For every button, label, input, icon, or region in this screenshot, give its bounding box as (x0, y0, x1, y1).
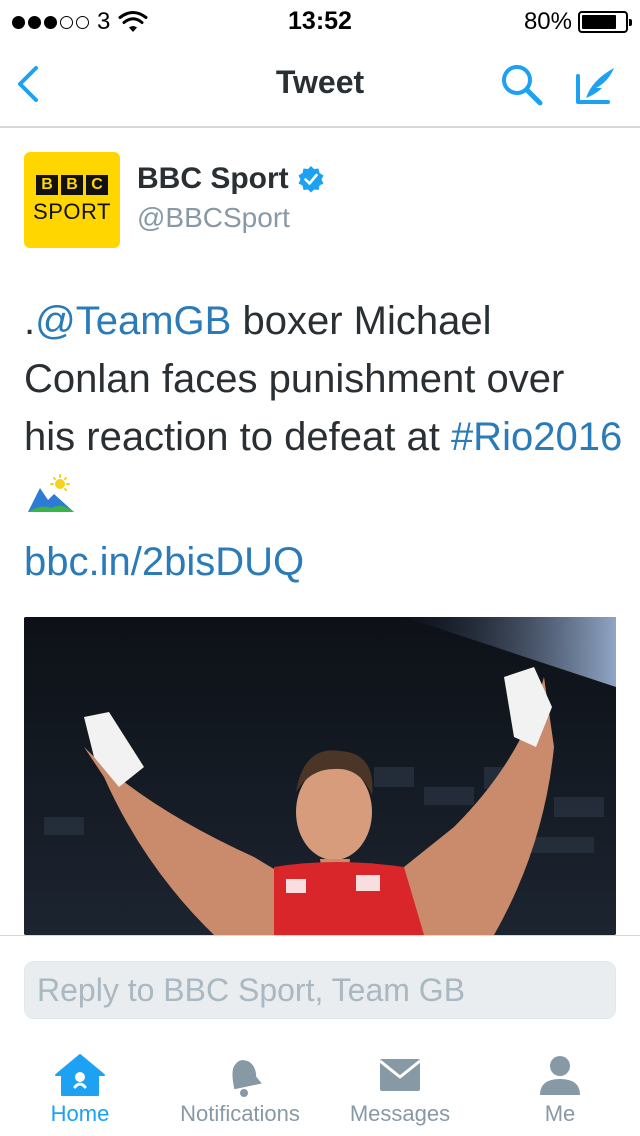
tab-notifications[interactable]: Notifications (160, 1053, 320, 1133)
author-name[interactable]: BBC Sport (137, 162, 325, 196)
compose-tweet-icon[interactable] (572, 62, 620, 108)
person-icon (540, 1056, 580, 1095)
battery-level (582, 15, 616, 29)
status-right: 80% (523, 8, 632, 36)
sport-logo-word: SPORT (33, 199, 111, 224)
mention-link[interactable]: @TeamGB (35, 299, 231, 343)
author-name-text: BBC Sport (137, 162, 289, 195)
author-handle[interactable]: @BBCSport (137, 202, 290, 234)
bbc-logo: B B C (36, 175, 108, 195)
home-icon (55, 1054, 105, 1096)
tab-me-label: Me (544, 1101, 576, 1126)
tab-me[interactable]: Me (480, 1053, 640, 1133)
bbc-logo-letter: B (61, 175, 83, 195)
tweet-url-link[interactable]: bbc.in/2bisDUQ (24, 540, 304, 585)
envelope-icon (379, 1059, 421, 1091)
hashtag-link[interactable]: #Rio2016 (451, 415, 622, 459)
tab-bar: Home Notifications Messages Me (0, 1041, 640, 1136)
tab-notifications-label: Notifications (180, 1101, 300, 1126)
tweet-text-prefix: . (24, 299, 36, 343)
battery-icon (578, 11, 632, 33)
verified-badge-icon (298, 166, 324, 193)
boxer-photo-illustration (24, 617, 616, 935)
tab-home-label: Home (50, 1101, 110, 1126)
bell-icon (232, 1060, 262, 1097)
avatar[interactable]: B B C SPORT (24, 152, 120, 248)
bbc-logo-letter: C (86, 175, 108, 195)
reply-input[interactable] (24, 961, 616, 1019)
search-icon[interactable] (498, 62, 546, 108)
tweet-photo[interactable] (24, 617, 616, 935)
rio-olympics-emoji-icon (28, 474, 74, 512)
tweet-text: .@TeamGB boxer Michael Conlan faces puni… (24, 292, 624, 524)
bbc-logo-letter: B (36, 175, 58, 195)
tab-home[interactable]: Home (0, 1053, 160, 1133)
battery-percent: 80% (523, 8, 572, 35)
tab-messages[interactable]: Messages (320, 1053, 480, 1133)
reply-area (0, 935, 640, 1041)
nav-bar: Tweet (0, 40, 640, 128)
tab-messages-label: Messages (349, 1101, 451, 1126)
status-bar: 3 13:52 80% (0, 0, 640, 40)
